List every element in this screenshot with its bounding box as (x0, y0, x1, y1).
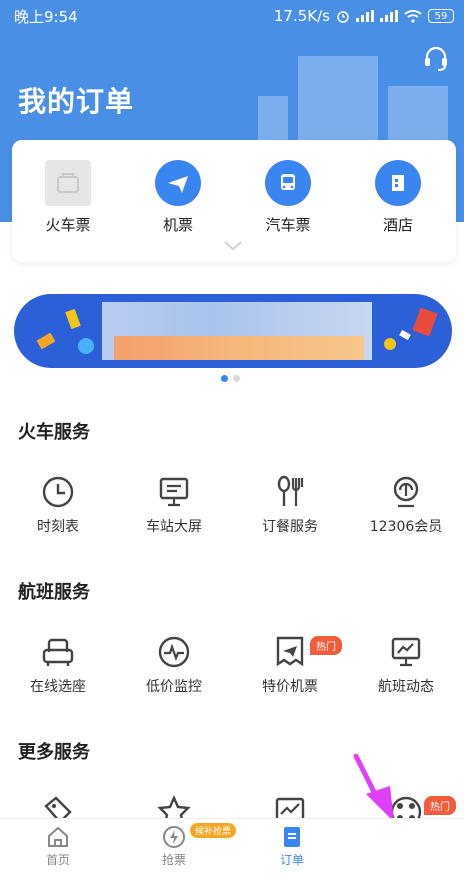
service-label: 订餐服务 (262, 519, 318, 535)
nav-label: 抢票 (161, 853, 186, 867)
category-hotel[interactable]: 酒店 (348, 160, 448, 235)
bottom-navigation: 首页 抢票 候补抢票 订单 (0, 818, 464, 880)
nav-badge: 候补抢票 (190, 823, 237, 838)
nav-label: 首页 (45, 853, 70, 867)
grab-ticket-icon (163, 826, 185, 848)
service-station-screen[interactable]: 车站大屏 (116, 474, 232, 536)
service-more-3[interactable] (232, 794, 348, 818)
promo-banner[interactable] (14, 294, 452, 368)
service-label: 12306会员 (369, 519, 443, 535)
service-flight-status[interactable]: 航班动态 (348, 634, 464, 696)
seat-icon (42, 638, 74, 666)
headset-icon[interactable] (422, 44, 450, 72)
tag-icon (44, 796, 72, 818)
status-bar: 晚上9:54 17.5K/s 59 (0, 0, 464, 32)
star-icon (157, 795, 191, 818)
order-icon (284, 827, 300, 847)
page-title: 我的订单 (18, 85, 135, 118)
nav-label: 订单 (279, 853, 304, 867)
service-label: 航班动态 (378, 679, 434, 695)
banner-stripe (114, 336, 364, 360)
service-label: 车站大屏 (146, 519, 202, 535)
service-label: 低价监控 (146, 679, 202, 695)
train-ticket-icon (45, 160, 91, 206)
wifi-icon (404, 10, 422, 23)
battery-icon: 59 (428, 9, 454, 23)
airplane-icon (155, 160, 201, 206)
hot-badge: 热门 (424, 796, 456, 815)
category-label: 酒店 (382, 216, 413, 234)
nav-home[interactable]: 首页 (18, 825, 98, 868)
flight-status-icon (391, 637, 421, 667)
hot-badge: 热门 (310, 636, 342, 655)
order-category-card: 火车票 机票 汽车票 酒店 (12, 140, 456, 262)
clock-icon (42, 476, 74, 508)
banner-pagination (221, 375, 240, 382)
network-speed: 17.5K/s (273, 7, 330, 25)
home-icon (48, 826, 68, 847)
nav-orders[interactable]: 订单 (252, 825, 332, 868)
category-label: 汽车票 (265, 216, 311, 234)
service-timetable[interactable]: 时刻表 (0, 474, 116, 536)
signal-icon (356, 10, 374, 22)
service-price-monitor[interactable]: 低价监控 (116, 634, 232, 696)
service-label: 特价机票 (262, 679, 318, 695)
cutlery-icon (277, 475, 304, 506)
bus-icon (265, 160, 311, 206)
service-member[interactable]: 12306会员 (348, 474, 464, 536)
member-icon (393, 476, 419, 508)
chart-icon (275, 797, 305, 818)
alarm-icon (337, 11, 349, 23)
section-title-flight: 航班服务 (18, 582, 90, 603)
hotel-icon (375, 160, 421, 206)
category-train-ticket[interactable]: 火车票 (18, 160, 118, 235)
service-more-1[interactable] (0, 794, 116, 818)
monitor-icon (159, 477, 189, 507)
banner-decoration-right (384, 307, 438, 350)
category-label: 机票 (162, 216, 193, 234)
pagination-dot-active (221, 375, 228, 382)
service-seat-selection[interactable]: 在线选座 (0, 634, 116, 696)
service-label: 在线选座 (30, 679, 86, 695)
banner-decoration-left (36, 308, 94, 354)
status-time: 晚上9:54 (14, 7, 78, 26)
pagination-dot (233, 375, 240, 382)
price-monitor-icon (158, 636, 190, 668)
section-title-more: 更多服务 (18, 742, 90, 763)
service-more-2[interactable] (116, 794, 232, 818)
section-title-train: 火车服务 (18, 422, 90, 443)
category-bus[interactable]: 汽车票 (238, 160, 338, 235)
pointer-arrow-icon (353, 754, 394, 822)
special-ticket-icon (276, 636, 304, 667)
category-label: 火车票 (45, 216, 91, 234)
service-meal-order[interactable]: 订餐服务 (232, 474, 348, 536)
chevron-down-icon[interactable] (223, 240, 243, 252)
service-label: 时刻表 (37, 519, 79, 535)
status-indicators: 17.5K/s 59 (274, 7, 454, 25)
category-flight[interactable]: 机票 (128, 160, 228, 235)
signal-icon-2 (380, 10, 398, 22)
